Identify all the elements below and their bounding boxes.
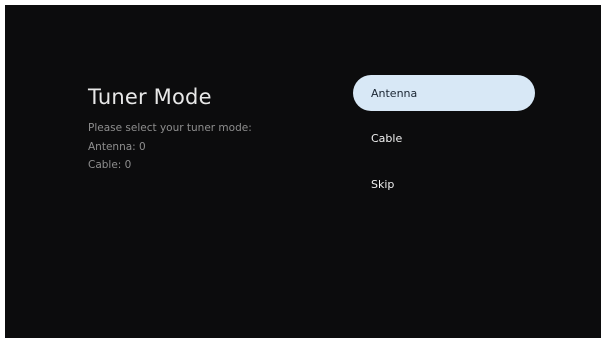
tv-screen: Tuner Mode Please select your tuner mode… [5, 5, 601, 338]
instruction-text: Please select your tuner mode: [88, 122, 252, 134]
antenna-option[interactable]: Antenna [353, 75, 535, 111]
skip-option-label: Skip [371, 177, 395, 191]
cable-option[interactable]: Cable [353, 120, 535, 156]
cable-option-label: Cable [371, 131, 403, 145]
cable-count-text: Cable: 0 [88, 159, 132, 171]
antenna-option-label: Antenna [371, 86, 418, 100]
skip-option[interactable]: Skip [353, 166, 535, 202]
antenna-count-text: Antenna: 0 [88, 141, 146, 153]
page-title: Tuner Mode [88, 85, 212, 109]
